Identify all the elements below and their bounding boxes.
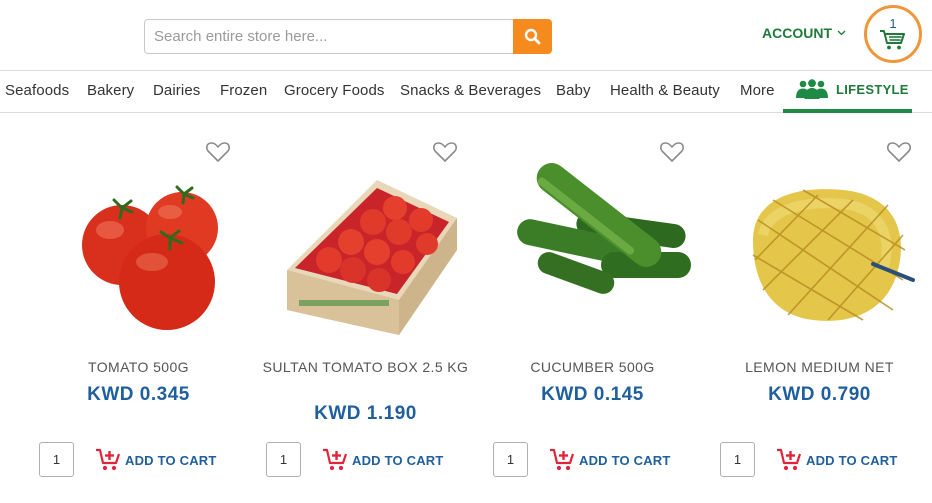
nav-item-grocery-foods[interactable]: Grocery Foods bbox=[284, 82, 385, 99]
account-label: ACCOUNT bbox=[762, 25, 832, 41]
nav-item-health-beauty[interactable]: Health & Beauty bbox=[610, 82, 720, 99]
nav-item-frozen[interactable]: Frozen bbox=[220, 82, 267, 99]
product-name[interactable]: LEMON MEDIUM NET bbox=[706, 358, 932, 377]
account-menu[interactable]: ACCOUNT bbox=[762, 24, 846, 42]
add-to-cart-label: ADD TO CART bbox=[352, 452, 444, 468]
add-to-cart-button[interactable]: ADD TO CART bbox=[95, 447, 217, 473]
product-price: KWD 0.345 bbox=[87, 384, 190, 405]
cart-plus-icon bbox=[323, 448, 348, 471]
people-icon bbox=[796, 79, 828, 99]
product-image[interactable] bbox=[506, 160, 696, 345]
quantity-input[interactable] bbox=[39, 442, 74, 477]
product-price: KWD 1.190 bbox=[314, 403, 417, 424]
site-header: ACCOUNT 1 bbox=[0, 0, 932, 72]
cart-icon bbox=[880, 30, 905, 50]
search-button[interactable] bbox=[513, 19, 552, 54]
product-image[interactable] bbox=[733, 160, 923, 345]
nav-item-lifestyle[interactable]: LIFESTYLE bbox=[783, 71, 912, 113]
search-icon bbox=[524, 28, 541, 45]
cart-plus-icon bbox=[777, 448, 802, 471]
nav-item-bakery[interactable]: Bakery bbox=[87, 82, 134, 99]
category-nav: Seafoods Bakery Dairies Frozen Grocery F… bbox=[0, 70, 932, 113]
product-name[interactable]: TOMATO 500G bbox=[25, 358, 252, 377]
nav-item-snacks-beverages[interactable]: Snacks & Beverages bbox=[400, 82, 541, 99]
search-input[interactable] bbox=[144, 19, 513, 54]
add-to-cart-label: ADD TO CART bbox=[125, 452, 217, 468]
nav-item-baby[interactable]: Baby bbox=[556, 82, 591, 99]
product-image[interactable] bbox=[52, 160, 242, 345]
product-image[interactable] bbox=[279, 160, 469, 345]
product-card: CUCUMBER 500G KWD 0.145 ADD TO CART bbox=[479, 140, 706, 500]
nav-item-more[interactable]: More bbox=[740, 82, 775, 99]
quantity-input[interactable] bbox=[493, 442, 528, 477]
add-to-cart-label: ADD TO CART bbox=[579, 452, 671, 468]
quantity-input[interactable] bbox=[266, 442, 301, 477]
product-card: SULTAN TOMATO BOX 2.5 KG KWD 1.190 ADD T… bbox=[252, 140, 479, 500]
quantity-input[interactable] bbox=[720, 442, 755, 477]
mini-cart-button[interactable]: 1 bbox=[864, 5, 922, 63]
add-to-cart-button[interactable]: ADD TO CART bbox=[776, 447, 898, 473]
product-card: LEMON MEDIUM NET KWD 0.790 ADD TO CART bbox=[706, 140, 932, 500]
nav-item-dairies[interactable]: Dairies bbox=[153, 82, 200, 99]
lifestyle-label: LIFESTYLE bbox=[836, 82, 909, 97]
add-to-cart-label: ADD TO CART bbox=[806, 452, 898, 468]
product-card: TOMATO 500G KWD 0.345 ADD TO CART bbox=[25, 140, 252, 500]
product-price: KWD 0.790 bbox=[768, 384, 871, 405]
cart-plus-icon bbox=[96, 448, 121, 471]
nav-item-seafoods[interactable]: Seafoods bbox=[5, 82, 69, 99]
search-bar bbox=[144, 19, 552, 54]
cart-plus-icon bbox=[550, 448, 575, 471]
add-to-cart-button[interactable]: ADD TO CART bbox=[549, 447, 671, 473]
product-price: KWD 0.145 bbox=[541, 384, 644, 405]
product-name[interactable]: SULTAN TOMATO BOX 2.5 KG bbox=[252, 358, 479, 377]
product-name[interactable]: CUCUMBER 500G bbox=[479, 358, 706, 377]
chevron-down-icon bbox=[837, 30, 846, 36]
add-to-cart-button[interactable]: ADD TO CART bbox=[322, 447, 444, 473]
